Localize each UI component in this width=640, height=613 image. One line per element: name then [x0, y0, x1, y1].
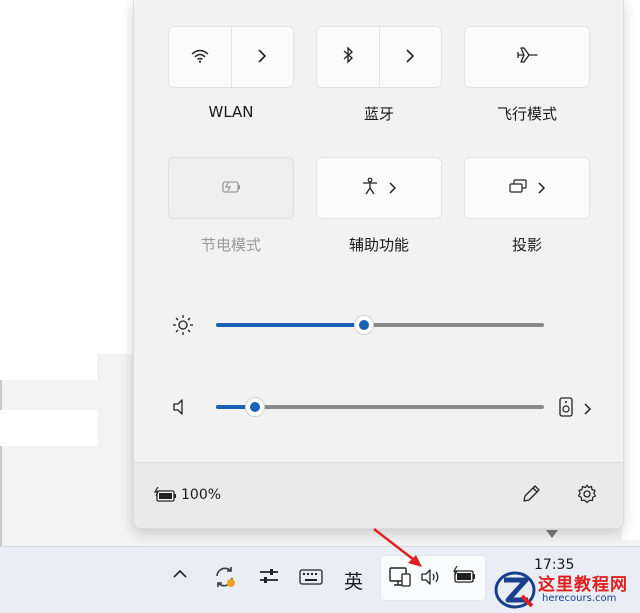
- project-label: 投影: [511, 236, 542, 254]
- bluetooth-label: 蓝牙: [363, 105, 394, 123]
- volume-output-chevron-right-icon[interactable]: [584, 400, 592, 419]
- battery-charging-icon[interactable]: [153, 486, 178, 507]
- sync-icon[interactable]: [212, 564, 238, 590]
- brightness-slider-fill: [216, 323, 364, 327]
- project-icon: [508, 178, 528, 198]
- battery-percentage[interactable]: 100%: [181, 487, 221, 503]
- watermark-emblem: [494, 571, 536, 609]
- keyboard-icon[interactable]: [299, 569, 323, 585]
- chevron-right-icon: [257, 48, 267, 67]
- airplane-mode-tile[interactable]: [464, 26, 590, 88]
- volume-slider-row: [134, 392, 623, 422]
- pencil-icon[interactable]: [520, 483, 542, 509]
- bluetooth-toggle[interactable]: [317, 27, 379, 87]
- brightness-slider[interactable]: [216, 323, 544, 327]
- watermark-logo: 这里教程网 herecours.com: [486, 568, 640, 612]
- battery-icon[interactable]: [452, 565, 478, 585]
- gear-icon[interactable]: [576, 483, 598, 509]
- wlan-toggle[interactable]: [169, 27, 231, 87]
- audio-output-icon[interactable]: [559, 397, 573, 421]
- wlan-label: WLAN: [208, 103, 254, 121]
- watermark-url: herecours.com: [542, 593, 617, 604]
- wifi-icon: [191, 48, 209, 67]
- background-window-right: [622, 0, 640, 540]
- watermark-title: 这里教程网: [538, 575, 628, 595]
- chevron-right-icon: [389, 179, 397, 198]
- background-window: [0, 0, 99, 380]
- scroll-down-arrow[interactable]: [546, 530, 558, 538]
- battery-saver-label: 节电模式: [200, 236, 261, 254]
- volume-slider-thumb[interactable]: [245, 397, 266, 417]
- volume-slider[interactable]: [216, 405, 544, 409]
- accessibility-tile[interactable]: [316, 157, 442, 219]
- battery-saver-tile[interactable]: [168, 157, 294, 219]
- wlan-expand-button[interactable]: [230, 27, 294, 87]
- chevron-right-icon: [405, 48, 415, 67]
- background-window-strip: [98, 0, 135, 354]
- quick-settings-footer: 100%: [134, 462, 623, 528]
- brightness-icon: [172, 314, 194, 340]
- quick-settings-panel: WLAN 蓝牙 飞行模式 节电模式 辅助功能 投影 100%: [133, 0, 624, 529]
- chevron-right-icon: [538, 179, 546, 198]
- battery-saver-icon: [220, 179, 242, 198]
- brightness-slider-thumb[interactable]: [353, 315, 374, 335]
- brightness-slider-row: [134, 310, 623, 340]
- speaker-icon[interactable]: [172, 398, 190, 420]
- bluetooth-tile: [316, 26, 442, 88]
- project-tile[interactable]: [464, 157, 590, 219]
- sliders-icon[interactable]: [258, 567, 280, 585]
- accessibility-label: 辅助功能: [348, 236, 409, 254]
- ime-language-indicator[interactable]: 英: [344, 567, 363, 594]
- airplane-mode-label: 飞行模式: [496, 105, 557, 123]
- bluetooth-expand-button[interactable]: [378, 27, 442, 87]
- airplane-icon: [516, 46, 538, 68]
- background-window-fragment: [0, 410, 98, 446]
- wlan-tile: [168, 26, 294, 88]
- quick-settings-main: WLAN 蓝牙 飞行模式 节电模式 辅助功能 投影: [134, 0, 623, 462]
- accessibility-icon: [361, 177, 379, 199]
- annotation-arrow: [373, 528, 422, 567]
- bluetooth-icon: [342, 46, 354, 68]
- chevron-up-icon[interactable]: [172, 569, 188, 579]
